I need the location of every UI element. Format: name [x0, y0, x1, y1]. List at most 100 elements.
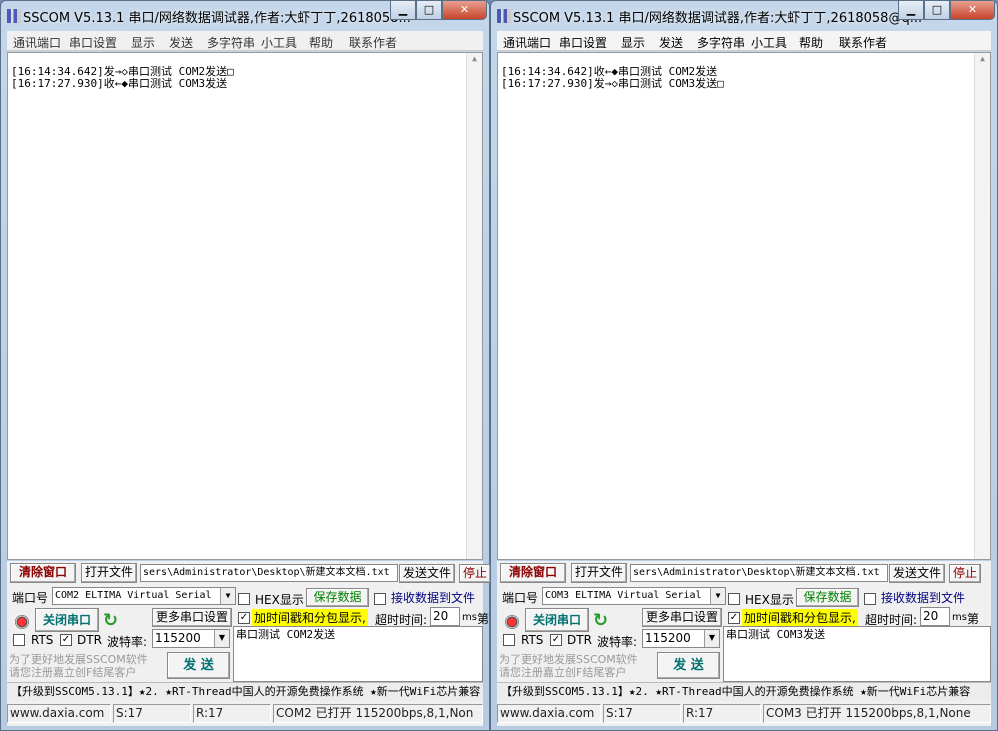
hex-display-label: HEX显示: [745, 593, 794, 607]
maximize-button[interactable]: □: [924, 1, 950, 20]
hex-display-checkbox[interactable]: [728, 593, 740, 605]
menu-item[interactable]: 显示: [621, 34, 645, 51]
stop-button[interactable]: 停止: [949, 564, 981, 583]
send-textarea[interactable]: 串口测试 COM3发送: [723, 626, 991, 682]
minimize-button[interactable]: ▁: [390, 1, 416, 20]
promo-text: 为了更好地发展SSCOM软件 请您注册嘉立创F结尾客户: [499, 653, 638, 679]
status-website[interactable]: www.daxia.com: [7, 704, 111, 723]
refresh-icon[interactable]: ↻: [593, 610, 608, 631]
status-bar: www.daxia.com S:17 R:17 COM3 已打开 115200b…: [497, 703, 991, 724]
close-port-button[interactable]: 关闭串口: [525, 608, 589, 632]
chevron-down-icon: ▼: [220, 588, 235, 604]
status-website[interactable]: www.daxia.com: [497, 704, 601, 723]
vertical-scrollbar[interactable]: ▲: [466, 53, 482, 559]
chevron-down-icon: ▼: [214, 630, 229, 647]
rts-checkbox[interactable]: [13, 634, 25, 646]
news-ticker[interactable]: 【升级到SSCOM5.13.1】★2. ★RT-Thread中国人的开源免费操作…: [497, 682, 991, 701]
status-recv-count: R:17: [683, 704, 761, 723]
port-label: 端口号: [502, 591, 539, 605]
ms-label: ms: [952, 612, 967, 623]
menu-item[interactable]: 发送: [169, 34, 193, 51]
port-status-icon: [505, 615, 519, 629]
receive-area[interactable]: [16:14:34.642]发→◇串口测试 COM2发送□ [16:17:27.…: [7, 52, 483, 560]
timestamp-label: 加时间戳和分包显示,: [742, 609, 858, 626]
nth-label: 第: [967, 612, 980, 626]
rts-label: RTS: [31, 633, 54, 647]
menu-item[interactable]: 联系作者: [839, 34, 887, 51]
send-textarea[interactable]: 串口测试 COM2发送: [233, 626, 483, 682]
nth-label: 第: [477, 612, 490, 626]
close-button[interactable]: ✕: [442, 1, 487, 20]
ms-label: ms: [462, 612, 477, 623]
send-file-button[interactable]: 发送文件: [889, 564, 945, 583]
news-ticker[interactable]: 【升级到SSCOM5.13.1】★2. ★RT-Thread中国人的开源免费操作…: [7, 682, 483, 701]
clear-window-button[interactable]: 清除窗口: [10, 563, 76, 583]
hex-display-checkbox[interactable]: [238, 593, 250, 605]
send-button[interactable]: 发 送: [657, 652, 720, 679]
dtr-checkbox[interactable]: ✓: [550, 634, 562, 646]
chevron-down-icon: ▼: [704, 630, 719, 647]
save-data-button[interactable]: 保存数据: [796, 588, 859, 607]
menu-bar: 通讯端口 串口设置 显示 发送 多字符串 小工具 帮助 联系作者: [497, 31, 991, 51]
close-port-button[interactable]: 关闭串口: [35, 608, 99, 632]
close-button[interactable]: ✕: [950, 1, 995, 20]
send-file-button[interactable]: 发送文件: [399, 564, 455, 583]
stop-button[interactable]: 停止: [459, 564, 491, 583]
minimize-button[interactable]: ▁: [898, 1, 924, 20]
vertical-scrollbar[interactable]: ▲: [974, 53, 990, 559]
file-path-input[interactable]: sers\Administrator\Desktop\新建文本文档.txt: [140, 564, 398, 582]
more-settings-button[interactable]: 更多串口设置: [642, 608, 722, 627]
control-panel: 清除窗口 打开文件 sers\Administrator\Desktop\新建文…: [497, 561, 991, 726]
menu-item[interactable]: 多字符串: [697, 34, 745, 51]
menu-item[interactable]: 帮助: [799, 34, 823, 51]
status-port-info: COM2 已打开 115200bps,8,1,Non: [273, 704, 483, 723]
receive-area[interactable]: [16:14:34.642]收←◆串口测试 COM2发送 [16:17:27.9…: [497, 52, 991, 560]
save-data-button[interactable]: 保存数据: [306, 588, 369, 607]
menu-item[interactable]: 多字符串: [207, 34, 255, 51]
open-file-button[interactable]: 打开文件: [571, 563, 627, 583]
menu-item[interactable]: 发送: [659, 34, 683, 51]
menu-item[interactable]: 通讯端口: [13, 34, 61, 51]
recv-to-file-checkbox[interactable]: [864, 593, 876, 605]
chevron-down-icon: ▼: [710, 588, 725, 604]
log-line: [16:17:27.930]发→◇串口测试 COM3发送□: [501, 77, 724, 90]
recv-to-file-checkbox[interactable]: [374, 593, 386, 605]
timeout-input[interactable]: 20: [920, 607, 950, 626]
port-status-icon: [15, 615, 29, 629]
rts-checkbox[interactable]: [503, 634, 515, 646]
status-sent-count: S:17: [113, 704, 191, 723]
sscom-window: SSCOM V5.13.1 串口/网络数据调试器,作者:大虾丁丁,2618058…: [490, 0, 998, 731]
menu-item[interactable]: 小工具: [261, 34, 297, 51]
timeout-input[interactable]: 20: [430, 607, 460, 626]
menu-item[interactable]: 通讯端口: [503, 34, 551, 51]
timestamp-checkbox[interactable]: ✓: [728, 612, 740, 624]
menu-item[interactable]: 串口设置: [559, 34, 607, 51]
port-select[interactable]: COM3 ELTIMA Virtual Serial ▼: [542, 587, 726, 605]
port-select[interactable]: COM2 ELTIMA Virtual Serial ▼: [52, 587, 236, 605]
status-bar: www.daxia.com S:17 R:17 COM2 已打开 115200b…: [7, 703, 483, 724]
menu-item[interactable]: 串口设置: [69, 34, 117, 51]
maximize-button[interactable]: □: [416, 1, 442, 20]
recv-to-file-label[interactable]: 接收数据到文件: [881, 589, 965, 606]
menu-item[interactable]: 联系作者: [349, 34, 397, 51]
menu-item[interactable]: 显示: [131, 34, 155, 51]
refresh-icon[interactable]: ↻: [103, 610, 118, 631]
hex-display-label: HEX显示: [255, 593, 304, 607]
window-title: SSCOM V5.13.1 串口/网络数据调试器,作者:大虾丁丁,2618058…: [23, 11, 411, 26]
menu-bar: 通讯端口 串口设置 显示 发送 多字符串 小工具 帮助 联系作者: [7, 31, 483, 51]
baud-select[interactable]: 115200 ▼: [642, 629, 720, 648]
open-file-button[interactable]: 打开文件: [81, 563, 137, 583]
port-label: 端口号: [12, 591, 49, 605]
dtr-checkbox[interactable]: ✓: [60, 634, 72, 646]
menu-item[interactable]: 帮助: [309, 34, 333, 51]
promo-text: 为了更好地发展SSCOM软件 请您注册嘉立创F结尾客户: [9, 653, 148, 679]
more-settings-button[interactable]: 更多串口设置: [152, 608, 232, 627]
timestamp-checkbox[interactable]: ✓: [238, 612, 250, 624]
rts-label: RTS: [521, 633, 544, 647]
recv-to-file-label[interactable]: 接收数据到文件: [391, 589, 475, 606]
menu-item[interactable]: 小工具: [751, 34, 787, 51]
clear-window-button[interactable]: 清除窗口: [500, 563, 566, 583]
file-path-input[interactable]: sers\Administrator\Desktop\新建文本文档.txt: [630, 564, 888, 582]
send-button[interactable]: 发 送: [167, 652, 230, 679]
baud-select[interactable]: 115200 ▼: [152, 629, 230, 648]
